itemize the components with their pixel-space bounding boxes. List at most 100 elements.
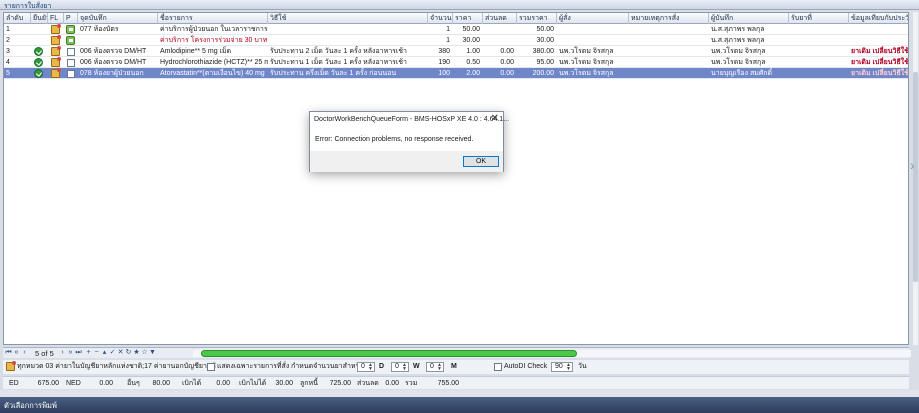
d-spinner[interactable]: 0 ▲ ▼ — [357, 362, 375, 372]
autodi-checkbox[interactable] — [494, 363, 502, 371]
cell-point: 006 ห้องตรวจ DM/HT — [80, 48, 147, 55]
cell-recorder: น.ส.สุภาพร พลกุล — [711, 26, 765, 33]
edit-pencil-icon[interactable] — [51, 35, 61, 45]
m-label: M — [451, 363, 457, 370]
days-spinner[interactable]: 90 ▲ ▼ — [551, 362, 573, 372]
show-only-checkbox[interactable] — [207, 363, 215, 371]
nonclaim-label: เบิกไม่ได้ — [239, 380, 267, 387]
dialog-title: DoctorWorkBenchQueueForm - BMS-HOSxP XE … — [314, 116, 510, 123]
table-row[interactable]: 2 ค่าบริการ โครงการร่วมจ่าย 30 บาท 1 30.… — [4, 35, 908, 46]
filter-icon[interactable]: ▼ — [149, 349, 156, 357]
row-checkbox[interactable] — [67, 58, 75, 67]
edit-pencil-icon[interactable] — [51, 57, 61, 67]
prev-page-icon[interactable]: « — [13, 349, 20, 357]
table-row[interactable]: 3 006 ห้องตรวจ DM/HT Amlodipine** 5 mg เ… — [4, 46, 908, 57]
bookmark-icon[interactable]: ★ — [133, 349, 140, 357]
note-bubble-icon[interactable] — [66, 36, 75, 45]
col-header-item[interactable]: ชื่อรายการ — [158, 13, 268, 24]
col-header-no[interactable]: ลำดับ — [4, 13, 31, 24]
close-icon[interactable]: ✕ — [491, 114, 499, 124]
insert-record-icon[interactable]: + — [85, 349, 92, 357]
next-page-icon[interactable]: » — [67, 349, 74, 357]
w-spinner[interactable]: 0 ▲ ▼ — [391, 362, 409, 372]
m-spinner[interactable]: 0 ▲ ▼ — [426, 362, 444, 372]
spin-arrows-icon[interactable]: ▲ ▼ — [402, 363, 407, 372]
table-row-selected[interactable]: 5 078 ห้องยาผู้ป่วยนอก Atorvastatin**(ตา… — [4, 68, 908, 79]
print-options-bar[interactable]: ตัวเลือกการพิมพ์ — [0, 397, 919, 413]
cell-orderer: นพ.วโรดม จิรสกุล — [559, 70, 614, 77]
grid-header: ลำดับ ยืนยัน FL P จุดบันทึก ชื่อรายการ ว… — [4, 13, 908, 24]
table-row[interactable]: 1 077 ห้องบัตร ค่าบริการผู้ป่วยนอก ในเวล… — [4, 24, 908, 35]
vertical-scrollbar[interactable] — [913, 12, 918, 345]
cell-recorder: นพ.วโรดม จิรสกุล — [711, 59, 766, 66]
note-bubble-icon[interactable] — [66, 25, 75, 34]
check-circle-icon[interactable] — [34, 58, 43, 67]
col-header-point[interactable]: จุดบันทึก — [78, 13, 158, 24]
cell-orderer — [557, 24, 629, 35]
col-header-receive[interactable]: รับยาที่ — [789, 13, 849, 24]
cell-item: ค่าบริการผู้ป่วยนอก ในเวลาราชการ 55 — [160, 26, 268, 33]
days-unit: วัน — [578, 363, 587, 370]
debtor-label: ลูกหนี้ — [300, 380, 318, 387]
edit-pencil-icon[interactable] — [51, 68, 61, 78]
col-header-recorder[interactable]: ผู้บันทึก — [709, 13, 789, 24]
last-record-icon[interactable]: ⏭ — [75, 349, 82, 357]
col-header-usage[interactable]: วิธีใช้ — [268, 13, 428, 24]
expand-right-arrow-icon[interactable]: › — [910, 155, 919, 175]
cell-usage — [268, 35, 428, 46]
table-row[interactable]: 4 006 ห้องตรวจ DM/HT Hydrochlorothiazide… — [4, 57, 908, 68]
footer: ตัวเลือกการพิมพ์ — [0, 390, 919, 413]
col-header-p[interactable]: P — [64, 13, 78, 24]
prescription-grid[interactable]: ลำดับ ยืนยัน FL P จุดบันทึก ชื่อรายการ ว… — [3, 12, 909, 345]
col-header-note[interactable]: หมายเหตุการสั่ง — [629, 13, 709, 24]
options-bar: ทุกหมวด 03 ค่ายาในบัญชียาหลักแห่งชาติ;17… — [3, 360, 909, 374]
sum-label: รวม — [405, 380, 418, 387]
edit-pencil-icon[interactable] — [51, 24, 61, 34]
col-header-fl[interactable]: FL — [48, 13, 64, 24]
cell-point: 078 ห้องยาผู้ป่วยนอก — [80, 70, 144, 77]
col-header-history[interactable]: ข้อมูลเทียบกับประวัติ — [849, 13, 908, 24]
row-checkbox[interactable] — [67, 69, 75, 78]
days-value: 90 — [555, 363, 563, 370]
sum-value: 755.00 — [437, 380, 459, 387]
col-header-price[interactable]: ราคา — [453, 13, 483, 24]
delete-record-icon[interactable]: − — [93, 349, 100, 357]
cell-discount: 0.00 — [500, 59, 514, 66]
edit-pencil-icon[interactable] — [6, 361, 16, 371]
cancel-record-icon[interactable]: ✕ — [117, 349, 124, 357]
m-value: 0 — [430, 363, 434, 370]
ed-label: ED — [9, 380, 19, 387]
row-checkbox[interactable] — [67, 47, 75, 56]
spin-arrows-icon[interactable]: ▲ ▼ — [566, 363, 571, 372]
col-header-total[interactable]: รวมราคา — [517, 13, 557, 24]
first-record-icon[interactable]: ⏮ — [5, 349, 12, 357]
col-header-confirm[interactable]: ยืนยัน — [31, 13, 48, 24]
scroll-thumb[interactable] — [913, 72, 918, 282]
rights-text: ทุกหมวด 03 ค่ายาในบัญชียาหลักแห่งชาติ;17… — [17, 363, 216, 370]
ok-button[interactable]: OK — [463, 156, 499, 167]
check-circle-icon[interactable] — [34, 69, 43, 78]
claim-value: 0.00 — [216, 380, 230, 387]
col-header-orderer[interactable]: ผู้สั่ง — [557, 13, 629, 24]
cell-no: 2 — [6, 37, 10, 44]
spin-arrows-icon[interactable]: ▲ ▼ — [437, 363, 442, 372]
check-circle-icon[interactable] — [34, 47, 43, 56]
d-label: D — [379, 363, 385, 370]
edit-pencil-icon[interactable] — [51, 46, 61, 56]
cell-recorder: น.ส.สุภาพร พลกุล — [711, 37, 765, 44]
cell-no: 5 — [6, 70, 10, 77]
prev-record-icon[interactable]: ‹ — [21, 349, 28, 357]
horizontal-scroll-thumb[interactable] — [201, 350, 577, 357]
other-value: 80.00 — [152, 380, 170, 387]
cell-discount: 0.00 — [500, 70, 514, 77]
edit-record-icon[interactable]: ▴ — [101, 349, 108, 357]
goto-bookmark-icon[interactable]: ☆ — [141, 349, 148, 357]
next-record-icon[interactable]: › — [59, 349, 66, 357]
post-record-icon[interactable]: ✓ — [109, 349, 116, 357]
col-header-discount[interactable]: ส่วนลด — [483, 13, 517, 24]
spin-arrows-icon[interactable]: ▲ ▼ — [368, 363, 373, 372]
refresh-icon[interactable]: ↻ — [125, 349, 132, 357]
cell-discount — [483, 35, 517, 46]
col-header-qty[interactable]: จำนวน — [428, 13, 453, 24]
cell-point: 077 ห้องบัตร — [80, 26, 119, 33]
